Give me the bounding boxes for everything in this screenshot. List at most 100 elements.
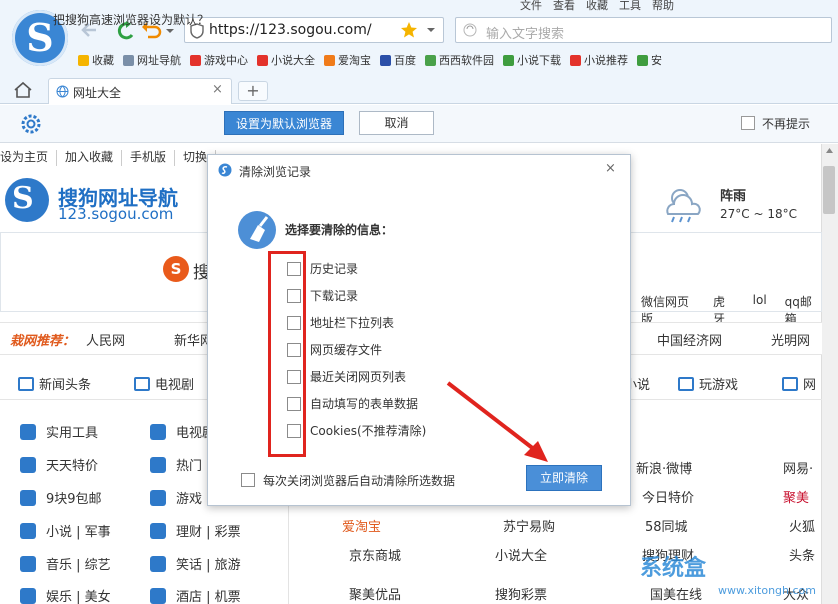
tv-icon: [134, 376, 150, 391]
site-link[interactable]: 小说大全: [495, 545, 547, 564]
list-item[interactable]: 电视剧: [150, 422, 215, 441]
site-link[interactable]: 聚美: [783, 487, 809, 506]
site-link[interactable]: 苏宁易购: [503, 516, 555, 535]
hotel-icon: [150, 587, 166, 604]
chevron-down-icon[interactable]: [427, 28, 435, 32]
option-cookies[interactable]: Cookies(不推荐清除): [287, 422, 426, 439]
scroll-up-icon[interactable]: [825, 147, 834, 155]
star-icon: [20, 587, 36, 604]
dont-remind-checkbox[interactable]: [741, 116, 755, 130]
category-tv[interactable]: 电视剧: [134, 374, 194, 393]
tab-close-icon[interactable]: ×: [212, 82, 223, 97]
search-engine-icon: [463, 23, 477, 37]
site-link[interactable]: 搜狗彩票: [495, 584, 547, 603]
browser-logo-icon: [218, 163, 232, 177]
recommend-link[interactable]: 光明网: [771, 330, 810, 349]
news-icon: [18, 376, 34, 391]
recommend-label: 栽网推荐：: [10, 334, 76, 349]
bookmark-icon: [425, 54, 436, 66]
dialog-title: 清除浏览记录: [239, 165, 312, 179]
bookmark-icon: [570, 54, 581, 66]
list-item[interactable]: 小说 | 军事: [20, 521, 111, 540]
site-url: 123.sogou.com: [58, 205, 174, 223]
broom-icon: [238, 211, 276, 249]
bookmark-item[interactable]: 安: [637, 52, 662, 68]
bookmark-item[interactable]: 网址导航: [123, 52, 181, 68]
menu-file[interactable]: 文件: [520, 0, 553, 12]
menu-favorites[interactable]: 收藏: [586, 0, 619, 12]
new-tab-button[interactable]: +: [238, 81, 268, 101]
gamepad-icon: [678, 376, 694, 391]
scrollbar-thumb[interactable]: [823, 166, 835, 214]
recommend-link[interactable]: 人民网: [86, 330, 125, 349]
list-item[interactable]: 9块9包邮: [20, 488, 102, 507]
tv-icon: [150, 423, 166, 440]
set-homepage-link[interactable]: 设为主页: [0, 150, 58, 166]
site-link[interactable]: 国美在线: [650, 584, 702, 603]
list-item[interactable]: 酒店 | 机票: [150, 586, 241, 604]
bookmark-label: 西西软件园: [439, 54, 494, 67]
dialog-close-icon[interactable]: ×: [605, 161, 616, 176]
recommend-link[interactable]: 中国经济网: [657, 330, 722, 349]
site-link[interactable]: 今日特价: [642, 487, 694, 506]
site-link[interactable]: 新浪·微博: [636, 458, 692, 477]
bookmark-label: 收藏: [92, 54, 114, 67]
bookmark-item[interactable]: 爱淘宝: [324, 52, 371, 68]
list-item[interactable]: 理财 | 彩票: [150, 521, 241, 540]
option-form-data[interactable]: 自动填写的表单数据: [287, 395, 418, 412]
bookmark-label: 小说下载: [517, 54, 561, 67]
cancel-button[interactable]: 取消: [359, 111, 434, 135]
site-link[interactable]: 爱淘宝: [342, 516, 381, 535]
category-news[interactable]: 新闻头条: [18, 374, 91, 393]
bookmark-label: 小说大全: [271, 54, 315, 67]
clear-now-button[interactable]: 立即清除: [526, 465, 602, 491]
bookmark-icon: [637, 54, 648, 66]
video-icon: [150, 456, 166, 473]
bookmark-item[interactable]: 百度: [380, 52, 416, 68]
address-actions: [401, 22, 435, 38]
search-input[interactable]: 输入文字搜索: [455, 17, 832, 43]
deal-icon: [20, 456, 36, 473]
category-games[interactable]: 玩游戏: [678, 374, 738, 393]
list-item[interactable]: 实用工具: [20, 422, 98, 441]
bookmark-item[interactable]: 小说推荐: [570, 52, 628, 68]
site-link[interactable]: 京东商城: [349, 545, 401, 564]
search-placeholder: 输入文字搜索: [486, 27, 565, 42]
list-item[interactable]: 热门: [150, 455, 202, 474]
default-browser-prompt: 把搜狗高速浏览器设为默认？: [53, 13, 210, 27]
home-icon[interactable]: [12, 80, 34, 100]
site-link[interactable]: 聚美优品: [349, 584, 401, 603]
bookmark-icon: [324, 54, 335, 66]
site-link[interactable]: 58同城: [645, 516, 688, 535]
bookmark-item[interactable]: 西西软件园: [425, 52, 494, 68]
menu-tools[interactable]: 工具: [619, 0, 652, 12]
highlight-box: [268, 251, 306, 457]
tab-site-directory[interactable]: 网址大全 ×: [48, 78, 232, 104]
tab-label: 网址大全: [73, 86, 122, 100]
category-web[interactable]: 网: [782, 374, 816, 393]
set-default-button[interactable]: 设置为默认浏览器: [224, 111, 344, 135]
site-link[interactable]: 网易·: [783, 458, 813, 477]
list-item[interactable]: 音乐 | 综艺: [20, 554, 111, 573]
list-item[interactable]: 笑话 | 旅游: [150, 554, 241, 573]
site-link[interactable]: 火狐: [789, 516, 815, 535]
add-favorite-link[interactable]: 加入收藏: [65, 150, 123, 166]
bookmark-item[interactable]: 小说下载: [503, 52, 561, 68]
bookmark-item[interactable]: 收藏: [78, 52, 114, 68]
menu-view[interactable]: 查看: [553, 0, 586, 12]
menu-help[interactable]: 帮助: [652, 0, 685, 12]
mobile-link[interactable]: 手机版: [130, 150, 176, 166]
weather-temperature: 27°C ~ 18°C: [720, 207, 797, 221]
auto-clear-checkbox[interactable]: [241, 473, 255, 487]
bookmark-item[interactable]: 游戏中心: [190, 52, 248, 68]
weather-condition: 阵雨: [720, 189, 747, 204]
list-item[interactable]: 天天特价: [20, 455, 98, 474]
address-text: https://123.sogou.com/: [209, 22, 372, 38]
bookmark-label: 游戏中心: [204, 54, 248, 67]
site-link[interactable]: 头条: [789, 545, 815, 564]
star-icon[interactable]: [401, 22, 417, 38]
list-item[interactable]: 游戏: [150, 488, 202, 507]
list-item[interactable]: 娱乐 | 美女: [20, 586, 111, 604]
bookmark-item[interactable]: 小说大全: [257, 52, 315, 68]
clear-history-dialog: 清除浏览记录 × 选择要清除的信息： 历史记录 下载记录 地址栏下拉列表 网页缓…: [207, 154, 631, 506]
